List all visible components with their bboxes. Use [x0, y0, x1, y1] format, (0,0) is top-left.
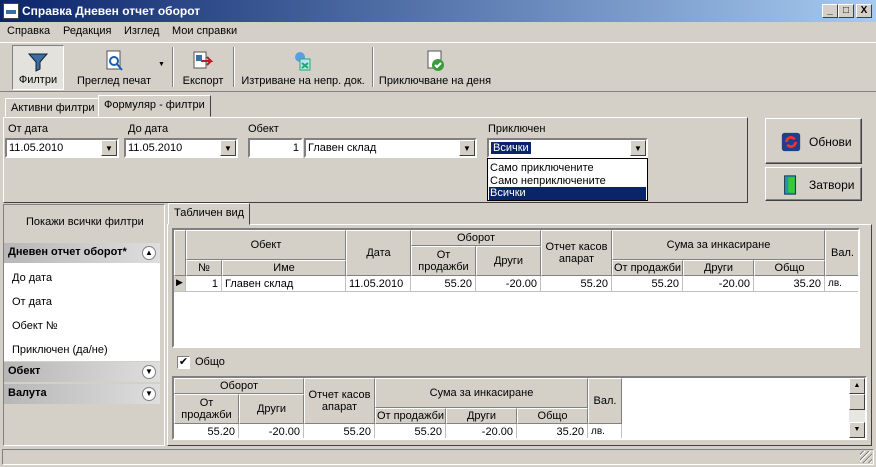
scroll-down-icon[interactable]: ▼	[849, 422, 865, 438]
group-items-panel: До дата От дата Обект № Приключен (да/не…	[4, 263, 160, 361]
row-selector-arrow-icon: ▶	[174, 276, 186, 292]
from-date-dropdown-icon[interactable]: ▼	[101, 140, 117, 156]
option-only-unclosed[interactable]: Само неприключените	[490, 175, 606, 187]
tab-active-filters[interactable]: Активни филтри	[5, 98, 101, 117]
totals-scrollbar[interactable]: ▲ ▼	[849, 378, 865, 438]
refresh-icon	[781, 132, 801, 152]
scroll-thumb[interactable]	[849, 394, 865, 410]
group-header-object[interactable]: Обект ▼	[4, 362, 160, 382]
to-date-dropdown-icon[interactable]: ▼	[220, 140, 236, 156]
to-date-label: До дата	[128, 123, 169, 135]
header-cash-report[interactable]: Отчет касов апарат	[541, 230, 612, 276]
group-header-currency[interactable]: Валута ▼	[4, 384, 160, 404]
menu-my-reports[interactable]: Мои справки	[172, 25, 237, 37]
print-preview-button[interactable]: Преглед печат	[74, 45, 154, 90]
from-date-label: От дата	[8, 123, 48, 135]
expand-chevron-icon[interactable]: ▼	[142, 387, 156, 401]
expand-chevron-icon[interactable]: ▼	[142, 365, 156, 379]
header-collect: Сума за инкасиране	[612, 230, 825, 260]
total-header-cash-report: Отчет касов апарат	[304, 378, 375, 424]
delete-docs-icon	[295, 52, 311, 71]
status-bar	[2, 449, 874, 465]
header-object: Обект	[186, 230, 346, 260]
sidebar-item-from-date[interactable]: От дата	[12, 296, 52, 308]
total-header-from-sales: От продажби	[174, 394, 239, 424]
toolbar: Филтри Преглед печат ▼ Експорт Изтриване…	[0, 42, 876, 92]
title-bar: Справка Дневен отчет оборот _ □ X	[0, 0, 876, 22]
sidebar-item-to-date[interactable]: До дата	[12, 272, 52, 284]
total-header-collect-other: Други	[446, 408, 517, 424]
object-number-field[interactable]: 1	[248, 138, 303, 158]
totals-grid: Оборот От продажби Други Отчет касов апа…	[172, 376, 867, 440]
total-header-other: Други	[239, 394, 304, 424]
sidebar-item-object-no[interactable]: Обект №	[12, 320, 58, 332]
total-header-collect: Сума за инкасиране	[375, 378, 588, 408]
object-name-field[interactable]: Главен склад ▼	[304, 138, 477, 158]
object-label: Обект	[248, 123, 279, 135]
window-title: Справка Дневен отчет оборот	[22, 4, 201, 18]
app-icon	[3, 3, 19, 19]
main-grid: Обект № Име Дата Оборот От продажби Друг…	[172, 228, 860, 348]
menu-report[interactable]: Справка	[7, 25, 50, 37]
header-date[interactable]: Дата	[346, 230, 411, 276]
minimize-button[interactable]: _	[822, 4, 838, 18]
menu-view[interactable]: Изглед	[124, 25, 159, 37]
closed-label: Приключен	[488, 123, 546, 135]
filter-icon	[27, 53, 49, 72]
export-button[interactable]: Експорт	[178, 45, 228, 90]
total-header-turnover: Оборот	[174, 378, 304, 394]
from-date-field[interactable]: 11.05.2010 ▼	[5, 138, 119, 158]
total-header-currency: Вал.	[588, 378, 622, 424]
header-no[interactable]: №	[186, 260, 222, 276]
export-icon	[193, 51, 214, 69]
close-button[interactable]: Затвори	[765, 167, 862, 201]
filters-button[interactable]: Филтри	[12, 45, 64, 90]
header-collect-sales[interactable]: От продажби	[612, 260, 683, 276]
tab-form-filters[interactable]: Формуляр - филтри	[98, 95, 211, 117]
close-day-button[interactable]: Приключване на деня	[376, 45, 494, 90]
print-preview-icon	[106, 50, 123, 71]
header-currency[interactable]: Вал.	[825, 230, 858, 276]
exit-door-icon	[784, 175, 797, 195]
total-header-collect-total: Общо	[517, 408, 588, 424]
maximize-button[interactable]: □	[838, 4, 854, 18]
closed-dropdown-list: Само приключените Само неприключените Вс…	[487, 158, 648, 201]
print-dropdown-arrow-icon[interactable]: ▼	[158, 61, 165, 68]
header-other[interactable]: Други	[476, 246, 541, 276]
total-header-collect-sales: От продажби	[375, 408, 446, 424]
total-checkbox-label: Общо	[195, 356, 225, 368]
total-checkbox[interactable]: ✔	[177, 356, 190, 369]
resize-grip-icon[interactable]	[860, 451, 872, 463]
header-collect-total[interactable]: Общо	[754, 260, 825, 276]
menu-edit[interactable]: Редакция	[63, 25, 111, 37]
closed-select[interactable]: Всички ▼	[487, 138, 648, 158]
close-window-button[interactable]: X	[856, 4, 872, 18]
close-day-icon	[427, 50, 444, 71]
collapse-chevron-icon[interactable]: ▲	[142, 246, 156, 260]
option-all[interactable]: Всички	[489, 187, 646, 200]
object-dropdown-icon[interactable]: ▼	[459, 140, 475, 156]
option-only-closed[interactable]: Само приключените	[490, 162, 594, 174]
closed-dropdown-icon[interactable]: ▼	[630, 140, 646, 156]
tab-table-view[interactable]: Табличен вид	[168, 203, 251, 225]
show-all-filters-link[interactable]: Покажи всички филтри	[26, 216, 144, 228]
delete-unposted-button[interactable]: Изтриване на непр. док.	[238, 45, 368, 90]
menu-bar: Справка Редакция Изглед Мои справки	[0, 22, 876, 42]
to-date-field[interactable]: 11.05.2010 ▼	[124, 138, 238, 158]
header-collect-other[interactable]: Други	[683, 260, 754, 276]
header-from-sales[interactable]: От продажби	[411, 246, 476, 276]
header-name[interactable]: Име	[222, 260, 346, 276]
refresh-button[interactable]: Обнови	[765, 118, 862, 164]
group-header-daily-report[interactable]: Дневен отчет оборот* ▲	[4, 243, 160, 263]
scroll-up-icon[interactable]: ▲	[849, 378, 865, 394]
header-turnover: Оборот	[411, 230, 541, 246]
sidebar-item-closed[interactable]: Приключен (да/не)	[12, 344, 108, 356]
